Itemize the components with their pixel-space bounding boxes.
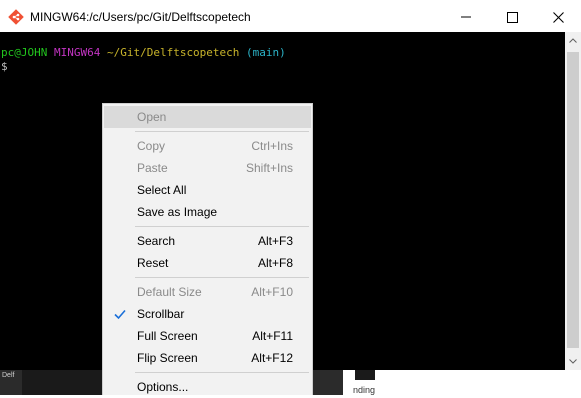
menu-item-label: Paste [137, 161, 168, 175]
menu-item-label: Full Screen [137, 329, 198, 343]
minimize-button[interactable] [443, 2, 489, 32]
menu-item-label: Scrollbar [137, 307, 185, 321]
menu-item-scrollbar[interactable]: Scrollbar [104, 303, 311, 325]
menu-separator [135, 131, 309, 132]
maximize-icon [506, 11, 518, 23]
scrollbar-thumb[interactable] [567, 52, 579, 348]
menu-item-select-all[interactable]: Select All [104, 179, 311, 201]
close-icon [552, 11, 564, 23]
background-fragment-text: Delf [2, 372, 15, 379]
menu-item-shortcut: Alt+F8 [257, 256, 293, 270]
menu-item-default-size[interactable]: Default Size Alt+F10 [104, 281, 311, 303]
menu-item-full-screen[interactable]: Full Screen Alt+F11 [104, 325, 311, 347]
chevron-down-icon [569, 359, 577, 364]
menu-item-label: Save as Image [137, 205, 218, 219]
vertical-scrollbar[interactable] [565, 32, 581, 370]
menu-item-shortcut: Alt+F11 [252, 329, 293, 343]
menu-item-label: Search [137, 234, 176, 248]
title-bar[interactable]: MINGW64:/c/Users/pc/Git/Delftscopetech [0, 1, 581, 32]
prompt-user-host: pc@JOHN [1, 46, 48, 59]
menu-separator [135, 226, 309, 227]
close-button[interactable] [535, 2, 581, 32]
menu-item-open[interactable]: Open [104, 106, 311, 128]
menu-item-label: Default Size [137, 285, 202, 299]
context-menu: Open Copy Ctrl+Ins Paste Shift+Ins Selec… [102, 103, 313, 395]
menu-item-label: Flip Screen [137, 351, 198, 365]
prompt-dollar: $ [1, 60, 8, 73]
menu-item-paste[interactable]: Paste Shift+Ins [104, 157, 311, 179]
scroll-up-button[interactable] [565, 32, 581, 49]
menu-item-search[interactable]: Search Alt+F3 [104, 230, 311, 252]
background-window-fragment [355, 370, 375, 380]
menu-separator [135, 372, 309, 373]
maximize-button[interactable] [489, 2, 535, 32]
menu-item-label: Copy [137, 139, 166, 153]
prompt-system: MINGW64 [53, 46, 101, 59]
menu-item-save-as-image[interactable]: Save as Image [104, 201, 311, 223]
menu-item-shortcut: Alt+F10 [251, 285, 293, 299]
background-window-fragment [22, 370, 102, 395]
background-window-fragment [313, 370, 343, 395]
menu-item-flip-screen[interactable]: Flip Screen Alt+F12 [104, 347, 311, 369]
menu-item-label: Select All [137, 183, 187, 197]
prompt-branch: (main) [246, 46, 286, 59]
chevron-up-icon [569, 38, 577, 43]
checkmark-icon [114, 309, 126, 320]
background-fragment-text: nding [353, 385, 376, 395]
window-title: MINGW64:/c/Users/pc/Git/Delftscopetech [30, 10, 251, 24]
menu-item-shortcut: Alt+F12 [251, 351, 293, 365]
menu-item-shortcut: Alt+F3 [257, 234, 293, 248]
menu-item-label: Reset [137, 256, 169, 270]
menu-item-shortcut: Ctrl+Ins [251, 139, 293, 153]
scroll-down-button[interactable] [565, 353, 581, 370]
menu-separator [135, 277, 309, 278]
background-taskbar-fragment: Delf [0, 370, 22, 395]
menu-item-label: Options... [137, 380, 189, 394]
menu-item-label: Open [137, 110, 167, 124]
menu-item-reset[interactable]: Reset Alt+F8 [104, 252, 311, 274]
prompt-line: pc@JOHN MINGW64 ~/Git/Delftscopetech (ma… [1, 46, 286, 60]
minimize-icon [461, 16, 471, 18]
menu-item-copy[interactable]: Copy Ctrl+Ins [104, 135, 311, 157]
menu-item-shortcut: Shift+Ins [245, 161, 293, 175]
git-bash-icon [8, 9, 24, 25]
background-window-fragment [343, 370, 581, 395]
prompt-path: ~/Git/Delftscopetech [106, 46, 240, 59]
